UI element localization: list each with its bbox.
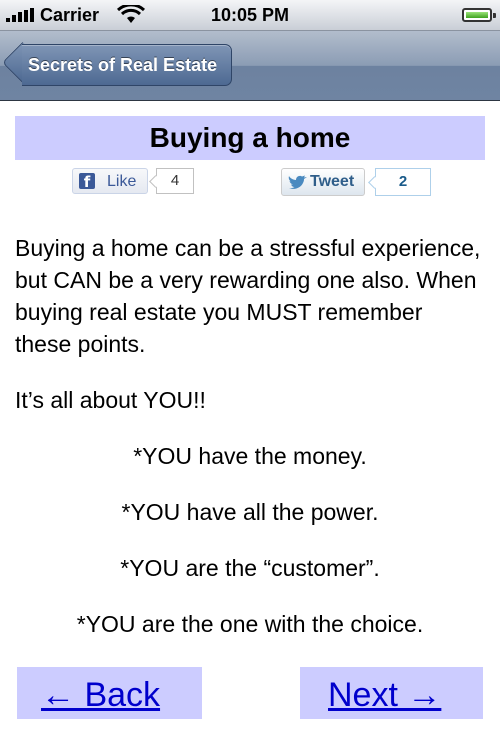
twitter-bird-icon	[288, 175, 307, 189]
battery-icon	[462, 8, 496, 22]
like-label: Like	[107, 173, 137, 190]
point-item: *YOU are the “customer”.	[120, 555, 380, 581]
tweet-count: 2	[368, 168, 431, 196]
facebook-like-button[interactable]: f Like	[72, 168, 148, 194]
like-count: 4	[149, 168, 194, 194]
title-banner: Buying a home	[15, 116, 485, 160]
next-link[interactable]: Next →	[300, 667, 483, 719]
clock: 10:05 PM	[210, 5, 290, 25]
point-item: *YOU have all the power.	[121, 499, 379, 525]
intro-paragraph: Buying a home can be a stressful experie…	[15, 235, 481, 357]
page-title: Buying a home	[149, 122, 351, 153]
point-item: *YOU are the one with the choice.	[76, 611, 424, 637]
tweet-button[interactable]: Tweet	[281, 168, 365, 196]
facebook-icon: f	[79, 173, 95, 191]
back-link[interactable]: ← Back	[17, 667, 202, 719]
status-bar: Carrier 10:05 PM	[0, 0, 500, 31]
navigation-bar: Secrets of Real Estate	[0, 31, 500, 101]
tweet-label: Tweet	[310, 173, 355, 190]
about-paragraph: It’s all about YOU!!	[15, 387, 206, 413]
nav-back-button[interactable]: Secrets of Real Estate	[22, 44, 233, 86]
point-item: *YOU have the money.	[133, 443, 367, 469]
